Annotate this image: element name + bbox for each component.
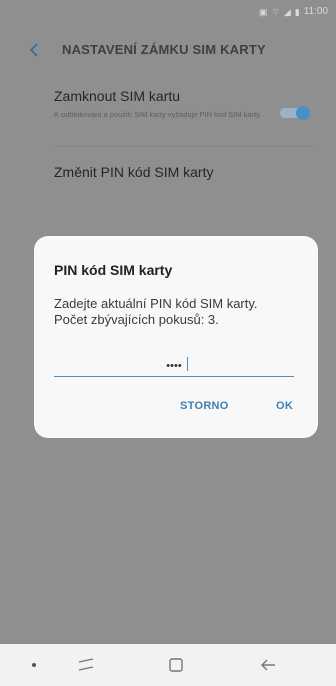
status-bar: ▣ ⌔ ◢ ▮ 11:00 xyxy=(0,0,336,26)
lock-sim-toggle[interactable] xyxy=(280,106,310,120)
pin-input[interactable] xyxy=(54,356,294,377)
battery-icon: ▮ xyxy=(294,6,300,17)
nav-dot-icon[interactable] xyxy=(6,644,62,686)
text-cursor xyxy=(187,357,188,371)
home-icon[interactable] xyxy=(148,644,204,686)
dialog-message: Zadejte aktuální PIN kód SIM karty. Poče… xyxy=(54,296,294,328)
ok-button[interactable]: OK xyxy=(276,400,293,412)
page-title: NASTAVENÍ ZÁMKU SIM KARTY xyxy=(62,42,266,57)
status-time: 11:00 xyxy=(303,6,328,17)
lock-sim-setting[interactable]: Zamknout SIM kartu K odblokování a použi… xyxy=(0,82,336,140)
app-bar: NASTAVENÍ ZÁMKU SIM KARTY xyxy=(0,26,336,74)
dialog-title: PIN kód SIM karty xyxy=(54,262,173,278)
wifi-icon: ⌔ xyxy=(271,6,280,17)
nav-back-icon[interactable] xyxy=(240,644,296,686)
pin-dialog: PIN kód SIM karty Zadejte aktuální PIN k… xyxy=(34,236,318,438)
dialog-message-line2: Počet zbývajících pokusů: 3. xyxy=(54,312,219,327)
dialog-message-line1: Zadejte aktuální PIN kód SIM karty. xyxy=(54,296,258,311)
lock-sim-subtitle: K odblokování a použití SIM karty vyžadu… xyxy=(54,110,262,119)
recent-apps-icon[interactable] xyxy=(58,644,114,686)
navigation-bar xyxy=(0,644,336,686)
toggle-knob xyxy=(296,106,310,120)
lock-sim-title: Zamknout SIM kartu xyxy=(54,88,181,104)
change-pin-title: Změnit PIN kód SIM karty xyxy=(54,164,214,180)
back-arrow-icon[interactable] xyxy=(26,41,44,59)
cancel-button[interactable]: STORNO xyxy=(180,400,229,412)
notification-icon: ▣ xyxy=(258,6,268,17)
signal-icon: ◢ xyxy=(283,6,291,17)
change-pin-setting[interactable]: Změnit PIN kód SIM karty xyxy=(0,146,336,200)
